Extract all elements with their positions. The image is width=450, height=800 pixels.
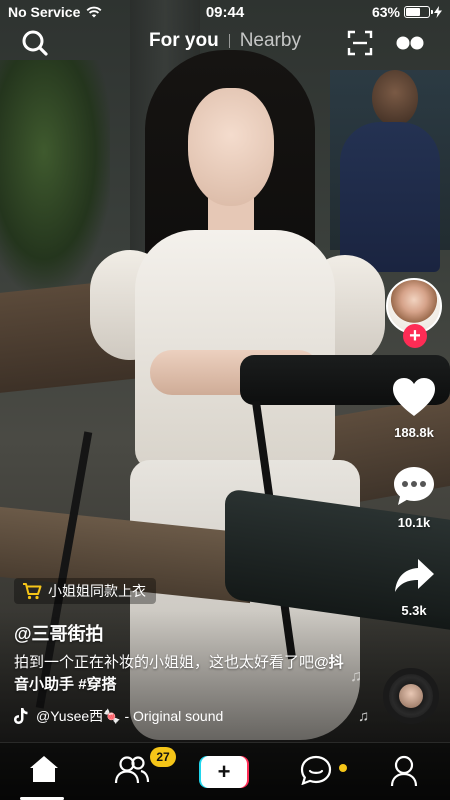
nav-home[interactable] xyxy=(24,755,64,791)
sound-info[interactable]: @Yusee西🍬 - Original sound xyxy=(14,706,244,726)
heart-icon[interactable] xyxy=(391,376,437,418)
inbox-dot xyxy=(339,764,347,772)
battery-percent: 63% xyxy=(371,4,400,20)
tiktok-icon xyxy=(14,708,28,724)
nav-inbox[interactable] xyxy=(296,755,336,791)
profile-icon[interactable] xyxy=(389,755,419,787)
shop-tag-label: 小姐姐同款上衣 xyxy=(48,583,146,599)
music-disc[interactable] xyxy=(383,668,439,724)
share-button[interactable]: 5.3k xyxy=(384,556,444,618)
video-caption: 拍到一个正在补妆的小姐姐，这也太好看了吧@抖音小助手 #穿搭 xyxy=(14,652,344,696)
creator-avatar[interactable]: + xyxy=(386,278,442,350)
tab-for-you[interactable]: For you xyxy=(149,30,219,52)
music-note-icon: ♫ xyxy=(358,708,370,725)
home-icon[interactable] xyxy=(29,755,59,783)
scan-icon[interactable] xyxy=(347,30,373,56)
battery-icon xyxy=(404,6,433,18)
comment-icon[interactable] xyxy=(391,464,437,508)
sound-name: @Yusee西🍬 - Original sound xyxy=(36,708,224,724)
comment-button[interactable]: 10.1k xyxy=(384,464,444,530)
clock: 09:44 xyxy=(205,3,245,21)
tab-nearby[interactable]: Nearby xyxy=(240,30,301,52)
charging-icon xyxy=(434,6,442,18)
caption-hashtag[interactable]: #穿搭 xyxy=(78,676,116,693)
follow-button[interactable]: + xyxy=(403,324,427,348)
nav-profile[interactable] xyxy=(384,755,424,791)
top-nav: For you Nearby xyxy=(0,26,450,62)
cart-icon xyxy=(23,583,42,600)
share-count: 5.3k xyxy=(401,603,427,618)
friends-icon[interactable] xyxy=(114,755,150,785)
bottom-nav: 27 + xyxy=(0,742,450,800)
like-button[interactable]: 188.8k xyxy=(384,376,444,440)
create-button[interactable]: + xyxy=(199,756,249,788)
carrier-label: No Service xyxy=(8,4,81,20)
inbox-icon[interactable] xyxy=(300,755,332,785)
like-count: 188.8k xyxy=(394,425,434,440)
share-icon[interactable] xyxy=(392,556,436,596)
more-icon[interactable] xyxy=(396,34,424,52)
caption-text: 拍到一个正在补妆的小姐姐，这也太好看了吧 xyxy=(14,654,315,671)
creator-username[interactable]: @三哥街拍 xyxy=(14,620,104,646)
music-note-icon: ♫ xyxy=(350,668,362,685)
music-disc-avatar xyxy=(399,684,423,708)
create-icon[interactable]: + xyxy=(201,756,247,788)
tab-divider xyxy=(228,34,230,48)
comment-count: 10.1k xyxy=(397,515,431,530)
shop-tag[interactable]: 小姐姐同款上衣 xyxy=(14,578,156,604)
status-bar: No Service 09:44 63% xyxy=(0,0,450,24)
nav-friends[interactable] xyxy=(112,755,152,791)
wifi-icon xyxy=(86,6,102,18)
friends-badge: 27 xyxy=(150,747,176,767)
